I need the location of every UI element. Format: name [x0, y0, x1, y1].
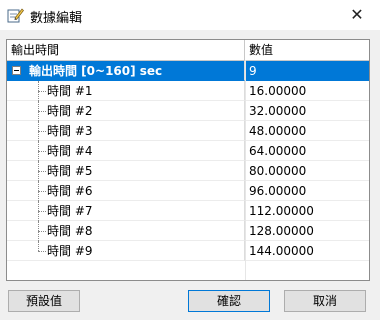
close-button[interactable]: ✕ — [334, 0, 380, 30]
row-label: 時間 #3 — [47, 124, 93, 138]
row-value[interactable]: 144.00000 — [245, 241, 369, 261]
cancel-button[interactable]: 取消 — [284, 290, 366, 312]
row-value[interactable]: 96.00000 — [245, 181, 369, 201]
tree-row[interactable]: 時間 #7 112.00000 — [7, 201, 369, 221]
tree-connector — [38, 131, 46, 133]
tree-connector — [38, 251, 46, 253]
collapse-icon[interactable] — [12, 66, 21, 75]
row-label: 時間 #4 — [47, 144, 93, 158]
row-label: 時間 #9 — [47, 244, 93, 258]
tree-connector — [38, 211, 46, 213]
row-label: 輸出時間 [0~160] sec — [29, 64, 163, 78]
row-label: 時間 #7 — [47, 204, 93, 218]
row-value[interactable]: 128.00000 — [245, 221, 369, 241]
tree-row-parent[interactable]: 輸出時間 [0~160] sec 9 — [7, 61, 369, 81]
row-value[interactable]: 64.00000 — [245, 141, 369, 161]
tree-connector — [38, 91, 46, 93]
tree-connector — [38, 111, 46, 113]
column-divider — [245, 60, 246, 280]
tree-row[interactable]: 時間 #9 144.00000 — [7, 241, 369, 261]
column-header: 輸出時間 數值 — [7, 40, 369, 61]
tree-connector — [38, 191, 46, 193]
row-label: 時間 #1 — [47, 84, 93, 98]
window-title: 數據編輯 — [30, 11, 83, 26]
row-value[interactable]: 48.00000 — [245, 121, 369, 141]
row-label: 時間 #8 — [47, 224, 93, 238]
tree-row[interactable]: 時間 #3 48.00000 — [7, 121, 369, 141]
row-value[interactable]: 112.00000 — [245, 201, 369, 221]
tree-connector — [38, 171, 46, 173]
row-value[interactable]: 80.00000 — [245, 161, 369, 181]
tree-row[interactable]: 時間 #4 64.00000 — [7, 141, 369, 161]
tree-connector — [38, 241, 40, 251]
column-header-value[interactable]: 數值 — [245, 40, 369, 60]
tree-row[interactable]: 時間 #2 32.00000 — [7, 101, 369, 121]
tree-connector — [38, 151, 46, 153]
tree-row[interactable]: 時間 #1 16.00000 — [7, 81, 369, 101]
tree-row[interactable]: 時間 #6 96.00000 — [7, 181, 369, 201]
row-value[interactable]: 16.00000 — [245, 81, 369, 101]
row-label: 時間 #5 — [47, 164, 93, 178]
default-button[interactable]: 預設值 — [8, 290, 80, 312]
tree-row[interactable]: 時間 #5 80.00000 — [7, 161, 369, 181]
row-label: 時間 #2 — [47, 104, 93, 118]
column-header-time[interactable]: 輸出時間 — [7, 40, 245, 60]
row-value[interactable]: 32.00000 — [245, 101, 369, 121]
property-tree[interactable]: 輸出時間 數值 輸出時間 [0~160] sec 9 時間 #1 16.00000… — [6, 39, 370, 281]
ok-button[interactable]: 確認 — [188, 290, 270, 312]
edit-document-icon — [7, 8, 24, 23]
title-bar: 數據編輯 ✕ — [0, 0, 380, 30]
tree-connector — [38, 231, 46, 233]
tree-row[interactable]: 時間 #8 128.00000 — [7, 221, 369, 241]
row-label: 時間 #6 — [47, 184, 93, 198]
close-icon: ✕ — [350, 5, 364, 24]
row-value[interactable]: 9 — [245, 61, 369, 81]
